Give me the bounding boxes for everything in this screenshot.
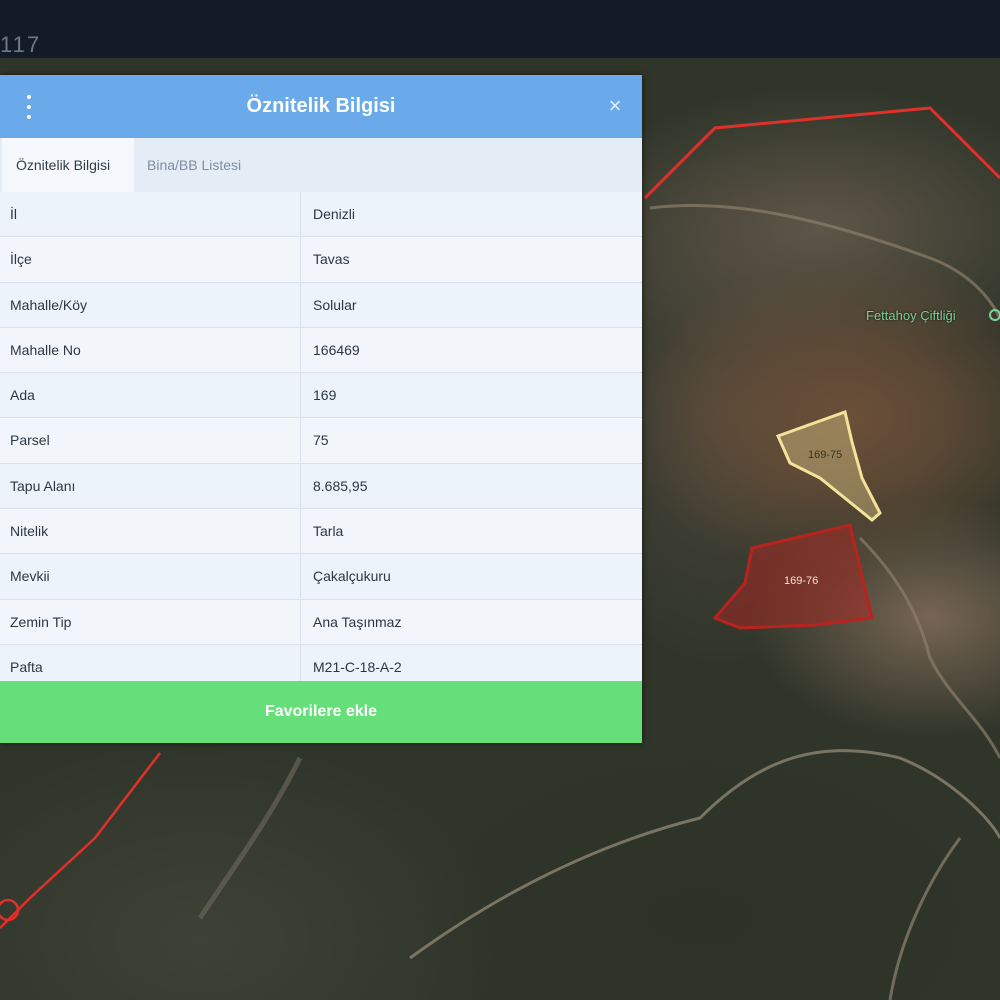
map-track [197, 756, 303, 920]
boundary-line [643, 106, 1000, 200]
attribute-table: İl Denizli İlçe Tavas Mahalle/Köy Solula… [0, 192, 642, 691]
column-divider [300, 327, 301, 372]
row-value: 8.685,95 [313, 477, 368, 494]
column-divider [300, 237, 301, 282]
column-divider [300, 509, 301, 554]
map-track [858, 536, 1000, 759]
table-row: Mahalle No 166469 [0, 327, 642, 374]
column-divider [300, 463, 301, 508]
place-label: Fettahoy Çiftliği [866, 308, 956, 323]
row-key: Parsel [10, 432, 50, 449]
row-key: Tapu Alanı [10, 477, 76, 494]
dialog-tabs: Öznitelik Bilgisi Bina/BB Listesi [0, 138, 642, 193]
boundary-marker [0, 898, 20, 922]
column-divider [300, 554, 301, 599]
top-bar: 117 [0, 0, 1000, 58]
column-divider [300, 599, 301, 644]
row-value: Ana Taşınmaz [313, 613, 402, 630]
row-value: Denizli [313, 206, 356, 222]
row-key: Mahalle No [10, 341, 81, 358]
map-track [649, 203, 1000, 319]
close-icon[interactable]: × [604, 93, 626, 119]
table-row: Zemin Tip Ana Taşınmaz [0, 599, 642, 645]
table-row: Parsel 75 [0, 418, 642, 464]
add-to-favorites-button[interactable]: Favorilere ekle [0, 681, 642, 743]
table-row: Tapu Alanı 8.685,95 [0, 463, 642, 510]
boundary-line [0, 752, 161, 929]
row-key: Zemin Tip [10, 613, 72, 630]
row-value: Tarla [313, 523, 344, 540]
row-key: Nitelik [10, 523, 49, 540]
parcel-yellow-label: 169-75 [808, 449, 842, 461]
table-row: Mevkii Çakalçukuru [0, 554, 642, 600]
row-value: 166469 [313, 341, 360, 358]
dialog-header: Öznitelik Bilgisi × [0, 75, 642, 138]
map-track [888, 837, 962, 1000]
tab-attribute-info[interactable]: Öznitelik Bilgisi [2, 138, 134, 192]
parcel-yellow [775, 410, 882, 522]
row-value: Solular [313, 296, 357, 313]
row-key: Mevkii [10, 568, 50, 585]
parcel-red-label: 169-76 [784, 575, 818, 587]
table-row: Mahalle/Köy Solular [0, 282, 642, 328]
dialog-title: Öznitelik Bilgisi [246, 95, 396, 117]
row-value: Çakalçukuru [313, 568, 391, 585]
row-key: Mahalle/Köy [10, 296, 88, 313]
tab-building-list[interactable]: Bina/BB Listesi [133, 138, 255, 192]
column-divider [300, 192, 301, 236]
column-divider [300, 418, 301, 463]
table-row: İl Denizli [0, 192, 642, 238]
row-value: 169 [313, 387, 337, 404]
row-key: İl [10, 206, 17, 222]
table-row: Nitelik Tarla [0, 509, 642, 555]
row-key: Ada [10, 387, 35, 404]
column-divider [300, 373, 301, 418]
table-row: İlçe Tavas [0, 237, 642, 283]
row-value: 75 [313, 432, 329, 449]
column-divider [300, 282, 301, 327]
attribute-dialog: Öznitelik Bilgisi × Öznitelik Bilgisi Bi… [0, 75, 642, 743]
listing-number: 117 [0, 32, 42, 57]
table-row: Ada 169 [0, 373, 642, 419]
row-key: İlçe [10, 251, 32, 268]
row-value: Tavas [313, 251, 350, 268]
